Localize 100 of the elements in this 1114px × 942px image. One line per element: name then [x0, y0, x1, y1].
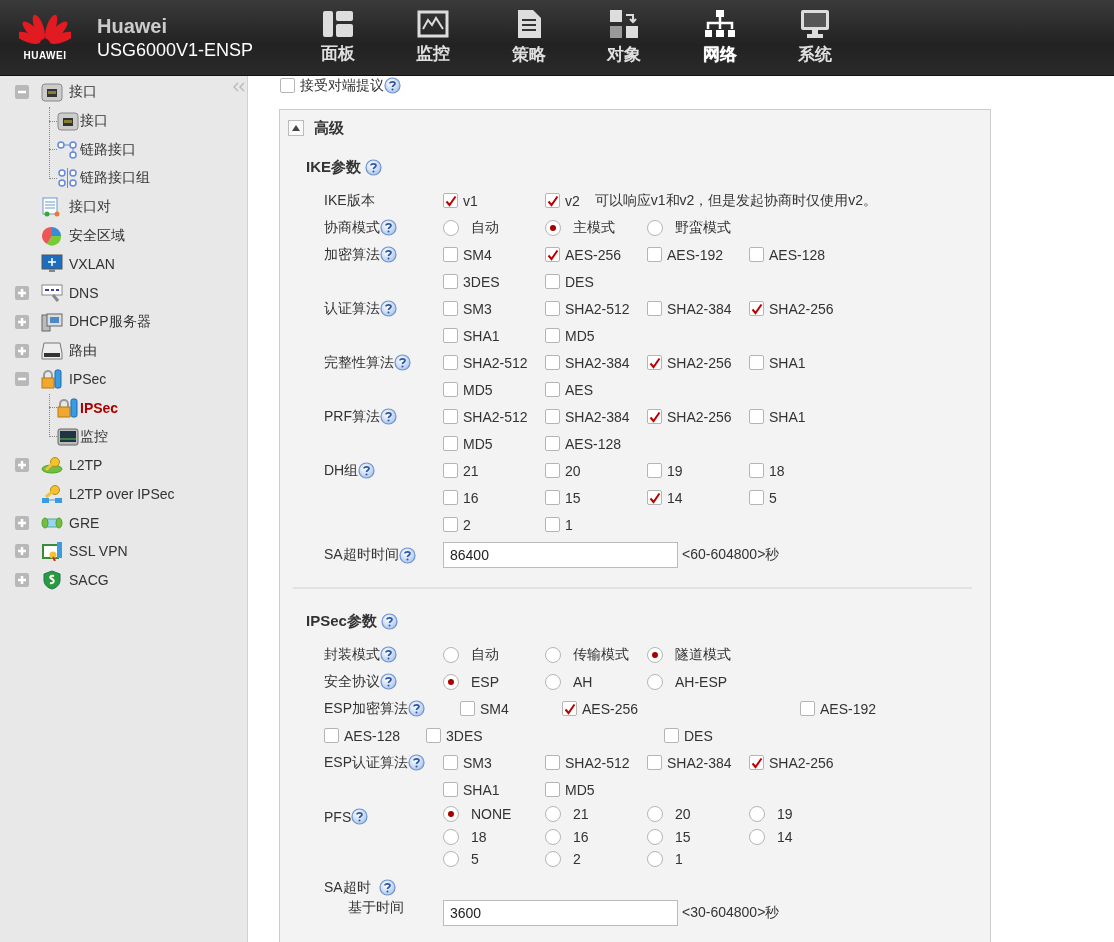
checkbox[interactable]: [545, 247, 560, 262]
tree-item[interactable]: 路由: [69, 341, 97, 360]
expand-toggle[interactable]: [15, 515, 29, 530]
help-icon[interactable]: [394, 354, 411, 371]
expand-toggle[interactable]: [15, 286, 29, 301]
help-icon[interactable]: [408, 754, 425, 771]
help-icon[interactable]: [408, 700, 425, 717]
text-field[interactable]: 3600: [443, 899, 678, 926]
tree-item[interactable]: IPSec: [69, 371, 107, 388]
radio-button[interactable]: [443, 828, 459, 845]
radio-button[interactable]: [443, 673, 459, 690]
text-field[interactable]: 86400: [443, 542, 678, 568]
checkbox[interactable]: [647, 301, 662, 316]
nav-tab[interactable]: 面板: [290, 0, 386, 75]
tree-item[interactable]: 监控: [80, 427, 108, 446]
radio-button[interactable]: [647, 828, 663, 845]
radio-button[interactable]: [647, 673, 663, 690]
expand-toggle[interactable]: [15, 544, 29, 559]
checkbox[interactable]: [749, 463, 764, 478]
help-icon[interactable]: [380, 612, 398, 630]
nav-tab[interactable]: 策略: [481, 0, 577, 75]
checkbox[interactable]: [443, 301, 458, 316]
expand-toggle[interactable]: [15, 458, 29, 473]
radio-button[interactable]: [647, 851, 663, 868]
nav-tab[interactable]: 系统: [767, 0, 863, 75]
tree-item[interactable]: DNS: [69, 285, 99, 302]
checkbox[interactable]: [647, 490, 662, 505]
checkbox[interactable]: [749, 490, 764, 505]
checkbox[interactable]: [443, 193, 458, 208]
radio-button[interactable]: [443, 219, 459, 236]
help-icon[interactable]: [378, 879, 396, 896]
tree-item[interactable]: 接口: [69, 83, 97, 102]
checkbox[interactable]: [545, 409, 560, 424]
help-icon[interactable]: [380, 646, 397, 663]
checkbox[interactable]: [443, 409, 458, 424]
checkbox[interactable]: [545, 355, 560, 370]
checkbox[interactable]: [426, 728, 441, 743]
radio-button[interactable]: [749, 828, 765, 845]
radio-button[interactable]: [749, 806, 765, 823]
expand-toggle[interactable]: [15, 314, 29, 329]
tree-item[interactable]: SSL VPN: [69, 543, 128, 560]
help-icon[interactable]: [398, 546, 416, 564]
checkbox[interactable]: [800, 701, 815, 716]
nav-tab[interactable]: 网络: [672, 0, 768, 75]
checkbox[interactable]: [545, 274, 560, 289]
checkbox[interactable]: [749, 247, 764, 262]
checkbox[interactable]: [545, 328, 560, 343]
checkbox[interactable]: [647, 355, 662, 370]
checkbox[interactable]: [545, 782, 560, 797]
checkbox[interactable]: [562, 701, 577, 716]
help-icon[interactable]: [365, 158, 382, 176]
checkbox[interactable]: [443, 355, 458, 370]
checkbox[interactable]: [749, 301, 764, 316]
tree-item[interactable]: L2TP over IPSec: [69, 485, 175, 502]
tree-item[interactable]: IPSec: [80, 399, 119, 416]
help-icon[interactable]: [380, 673, 397, 690]
checkbox[interactable]: [749, 355, 764, 370]
help-icon[interactable]: [358, 462, 376, 479]
checkbox[interactable]: [545, 301, 560, 316]
nav-tab[interactable]: 监控: [385, 0, 481, 75]
expand-toggle[interactable]: [15, 573, 29, 588]
help-icon[interactable]: [351, 808, 369, 825]
radio-button[interactable]: [545, 806, 561, 823]
checkbox[interactable]: [443, 782, 458, 797]
radio-button[interactable]: [545, 219, 561, 236]
collapse-toggle[interactable]: [15, 372, 29, 387]
checkbox[interactable]: [545, 517, 560, 532]
tree-item[interactable]: 接口: [80, 112, 108, 131]
checkbox[interactable]: [443, 490, 458, 505]
collapse-button[interactable]: [288, 120, 304, 136]
tree-item[interactable]: L2TP: [69, 457, 103, 474]
radio-button[interactable]: [443, 851, 459, 868]
collapse-sidebar-icon[interactable]: [233, 82, 245, 92]
tree-item[interactable]: 安全区域: [69, 226, 125, 245]
help-icon[interactable]: [380, 300, 397, 317]
tree-item[interactable]: SACG: [69, 572, 109, 589]
radio-button[interactable]: [545, 646, 561, 663]
tree-item[interactable]: 接口对: [69, 198, 111, 217]
checkbox[interactable]: [443, 328, 458, 343]
tree-item[interactable]: 链路接口: [80, 140, 136, 159]
radio-button[interactable]: [545, 673, 561, 690]
checkbox[interactable]: [545, 436, 560, 451]
checkbox[interactable]: [545, 463, 560, 478]
checkbox[interactable]: [647, 755, 662, 770]
checkbox[interactable]: [647, 463, 662, 478]
checkbox[interactable]: [647, 247, 662, 262]
nav-tab[interactable]: 对象: [576, 0, 672, 75]
checkbox[interactable]: [443, 274, 458, 289]
help-icon[interactable]: [384, 77, 401, 94]
checkbox[interactable]: [664, 728, 679, 743]
checkbox[interactable]: [443, 382, 458, 397]
checkbox[interactable]: [443, 247, 458, 262]
radio-button[interactable]: [545, 828, 561, 845]
radio-button[interactable]: [443, 806, 459, 823]
radio-button[interactable]: [647, 806, 663, 823]
help-icon[interactable]: [380, 246, 397, 263]
checkbox[interactable]: [443, 463, 458, 478]
tree-item[interactable]: GRE: [69, 514, 100, 531]
checkbox[interactable]: [647, 409, 662, 424]
radio-button[interactable]: [647, 646, 663, 663]
